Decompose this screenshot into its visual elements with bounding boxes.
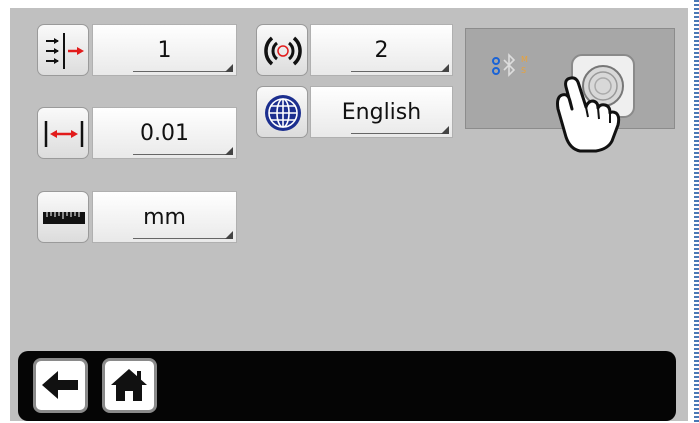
back-button[interactable]: [33, 358, 88, 413]
unit-value: mm: [143, 204, 186, 230]
signal-field[interactable]: 2: [310, 24, 453, 76]
touch-hand-icon: [556, 54, 635, 153]
screen: 1 0.01 mm 2 English M S: [10, 8, 688, 421]
signal-waves-icon: [264, 36, 302, 66]
direction-value: 1: [157, 37, 172, 63]
language-value: English: [341, 99, 422, 125]
home-button[interactable]: [102, 358, 157, 413]
bluetooth-pairing-panel[interactable]: M S: [465, 28, 675, 153]
right-edge-border: [694, 0, 699, 423]
bottom-nav-bar: [18, 351, 676, 421]
unit-icon-tile[interactable]: [37, 191, 89, 243]
signal-icon-tile[interactable]: [256, 24, 308, 76]
back-arrow-icon: [42, 371, 78, 399]
ruler-icon: [43, 212, 85, 224]
resolution-icon-tile[interactable]: [37, 107, 89, 159]
unit-field[interactable]: mm: [92, 191, 237, 243]
resolution-field[interactable]: 0.01: [92, 107, 237, 159]
bluetooth-label-m: M: [521, 55, 528, 64]
language-icon-tile[interactable]: [256, 86, 308, 138]
language-field[interactable]: English: [310, 86, 453, 138]
globe-icon: [265, 95, 301, 131]
direction-icon-tile[interactable]: [37, 24, 89, 76]
home-icon: [111, 369, 147, 401]
resolution-value: 0.01: [140, 120, 189, 146]
direction-field[interactable]: 1: [92, 24, 237, 76]
resolution-arrows-icon: [44, 121, 84, 147]
signal-value: 2: [374, 37, 389, 63]
bluetooth-label-s: S: [521, 66, 527, 75]
direction-arrows-icon: [46, 33, 84, 69]
